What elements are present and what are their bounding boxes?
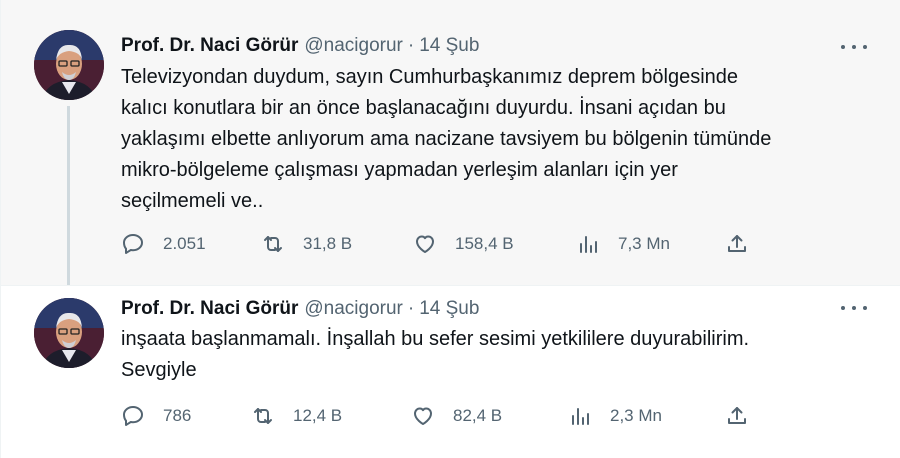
retweet-icon xyxy=(254,408,272,424)
views-button[interactable]: 7,3 Mn xyxy=(576,229,670,259)
tweet[interactable]: Prof. Dr. Naci Görür @nacigorur · 14 Şub… xyxy=(1,285,900,458)
thread-connector-line xyxy=(67,106,70,296)
more-options-icon[interactable] xyxy=(841,37,867,57)
author-handle[interactable]: @nacigorur xyxy=(304,35,403,57)
like-icon xyxy=(416,235,434,253)
tweet-date[interactable]: 14 Şub xyxy=(419,35,479,57)
tweet-text-line: seçilmemeli ve.. xyxy=(121,190,264,212)
reply-icon xyxy=(123,234,143,254)
tweet-actions: 2.051 31,8 B 158,4 B 7,3 Mn xyxy=(121,229,761,259)
share-button[interactable] xyxy=(725,229,749,259)
separator: · xyxy=(407,298,415,319)
views-count: 2,3 Mn xyxy=(610,406,662,425)
share-icon xyxy=(728,235,746,252)
tweet[interactable]: Prof. Dr. Naci Görür @nacigorur · 14 Şub… xyxy=(1,0,900,296)
retweet-count: 12,4 B xyxy=(293,406,343,425)
tweet-text-line: Sevgiyle xyxy=(121,359,197,381)
retweet-count: 31,8 B xyxy=(303,234,353,253)
retweet-button[interactable]: 31,8 B xyxy=(261,229,352,259)
retweet-icon xyxy=(264,236,282,252)
reply-count: 786 xyxy=(163,406,192,425)
like-count: 82,4 B xyxy=(453,406,503,425)
like-icon xyxy=(414,407,432,425)
tweet-text-line: Televizyondan duydum, sayın Cumhurbaşkan… xyxy=(121,66,739,88)
retweet-button[interactable]: 12,4 B xyxy=(251,401,342,431)
tweet-text-line: mikro-bölgeleme çalışması yapmadan yerle… xyxy=(121,159,678,181)
author-name[interactable]: Prof. Dr. Naci Görür xyxy=(121,298,298,320)
author-name[interactable]: Prof. Dr. Naci Görür xyxy=(121,35,298,57)
tweet-text-line: inşaata başlanmamalı. İnşallah bu sefer … xyxy=(121,328,750,350)
tweet-thread: Prof. Dr. Naci Görür @nacigorur · 14 Şub… xyxy=(0,0,900,458)
tweet-date[interactable]: 14 Şub xyxy=(419,298,479,320)
reply-button[interactable]: 786 xyxy=(121,401,191,431)
views-count: 7,3 Mn xyxy=(618,234,670,253)
like-button[interactable]: 82,4 B xyxy=(411,401,502,431)
tweet-actions: 786 12,4 B 82,4 B 2,3 Mn xyxy=(121,401,761,431)
tweet-text: inşaata başlanmamalı. İnşallah bu sefer … xyxy=(121,324,871,386)
avatar[interactable] xyxy=(34,30,104,100)
views-button[interactable]: 2,3 Mn xyxy=(568,401,662,431)
tweet-header: Prof. Dr. Naci Görür @nacigorur · 14 Şub xyxy=(121,33,479,59)
reply-icon xyxy=(123,406,143,426)
tweet-text-line: yaklaşımı elbette anlıyorum ama nacizane… xyxy=(121,128,772,150)
share-button[interactable] xyxy=(725,401,749,431)
avatar[interactable] xyxy=(34,298,104,368)
share-icon xyxy=(728,407,746,424)
reply-count: 2.051 xyxy=(163,234,206,253)
like-count: 158,4 B xyxy=(455,234,514,253)
tweet-text: Televizyondan duydum, sayın Cumhurbaşkan… xyxy=(121,62,871,217)
tweet-header: Prof. Dr. Naci Görür @nacigorur · 14 Şub xyxy=(121,296,479,322)
views-icon xyxy=(580,236,597,253)
more-options-icon[interactable] xyxy=(841,298,867,318)
tweet-text-line: kalıcı konutlara bir an önce başlanacağı… xyxy=(121,97,726,119)
author-handle[interactable]: @nacigorur xyxy=(304,298,403,320)
separator: · xyxy=(407,35,415,56)
views-icon xyxy=(572,408,589,425)
like-button[interactable]: 158,4 B xyxy=(413,229,514,259)
reply-button[interactable]: 2.051 xyxy=(121,229,206,259)
